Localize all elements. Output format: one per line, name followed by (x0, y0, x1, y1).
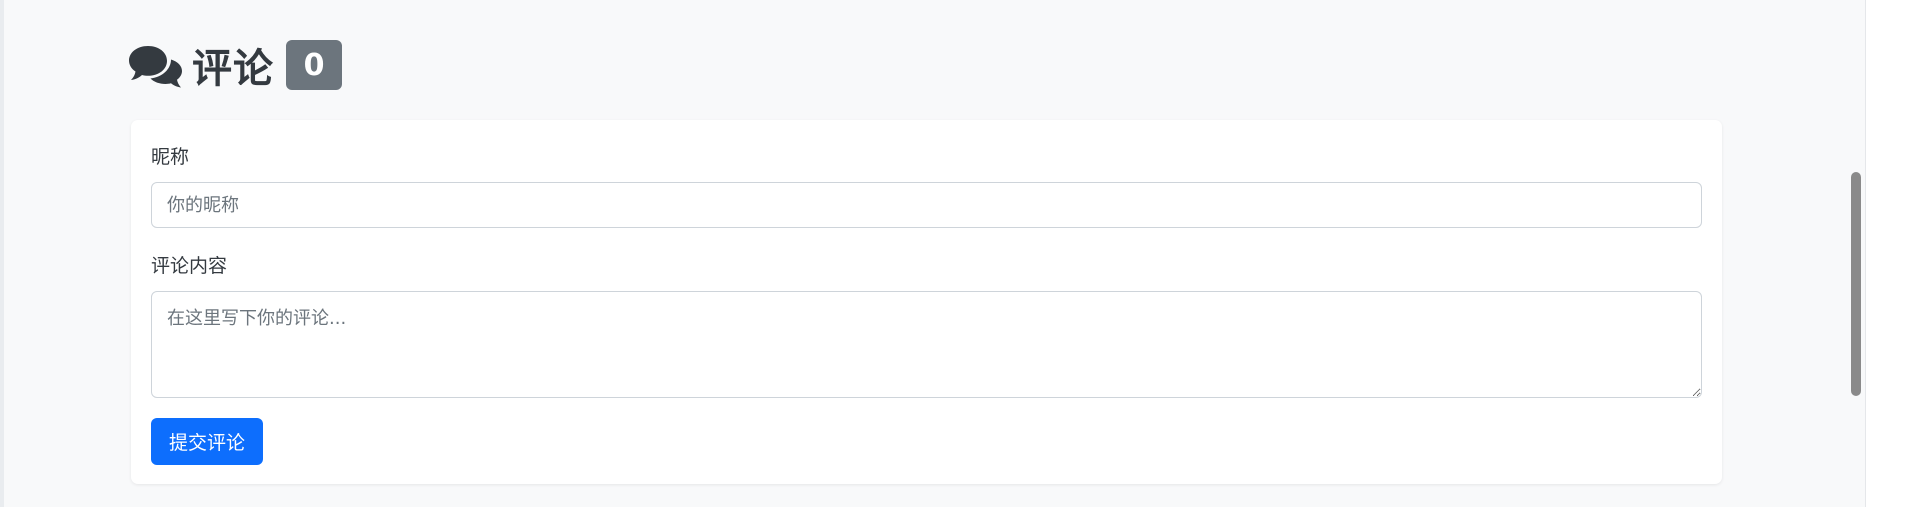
submit-comment-button[interactable]: 提交评论 (151, 418, 263, 465)
nickname-input[interactable] (151, 182, 1702, 228)
section-title: 评论 (192, 46, 274, 92)
nickname-label: 昵称 (151, 146, 190, 168)
comment-count-badge: 0 (286, 40, 342, 90)
content-label: 评论内容 (151, 255, 228, 277)
page: 评论 0 昵称 评论内容 提交评论 (0, 0, 1919, 507)
comments-icon (128, 42, 182, 88)
comment-content-textarea[interactable] (151, 291, 1702, 398)
left-edge-divider (0, 0, 4, 507)
comment-form-card: 昵称 评论内容 提交评论 (131, 120, 1722, 484)
scrollbar-thumb[interactable] (1851, 172, 1861, 396)
right-gutter (1865, 0, 1919, 507)
comments-header: 评论 0 (128, 38, 342, 92)
